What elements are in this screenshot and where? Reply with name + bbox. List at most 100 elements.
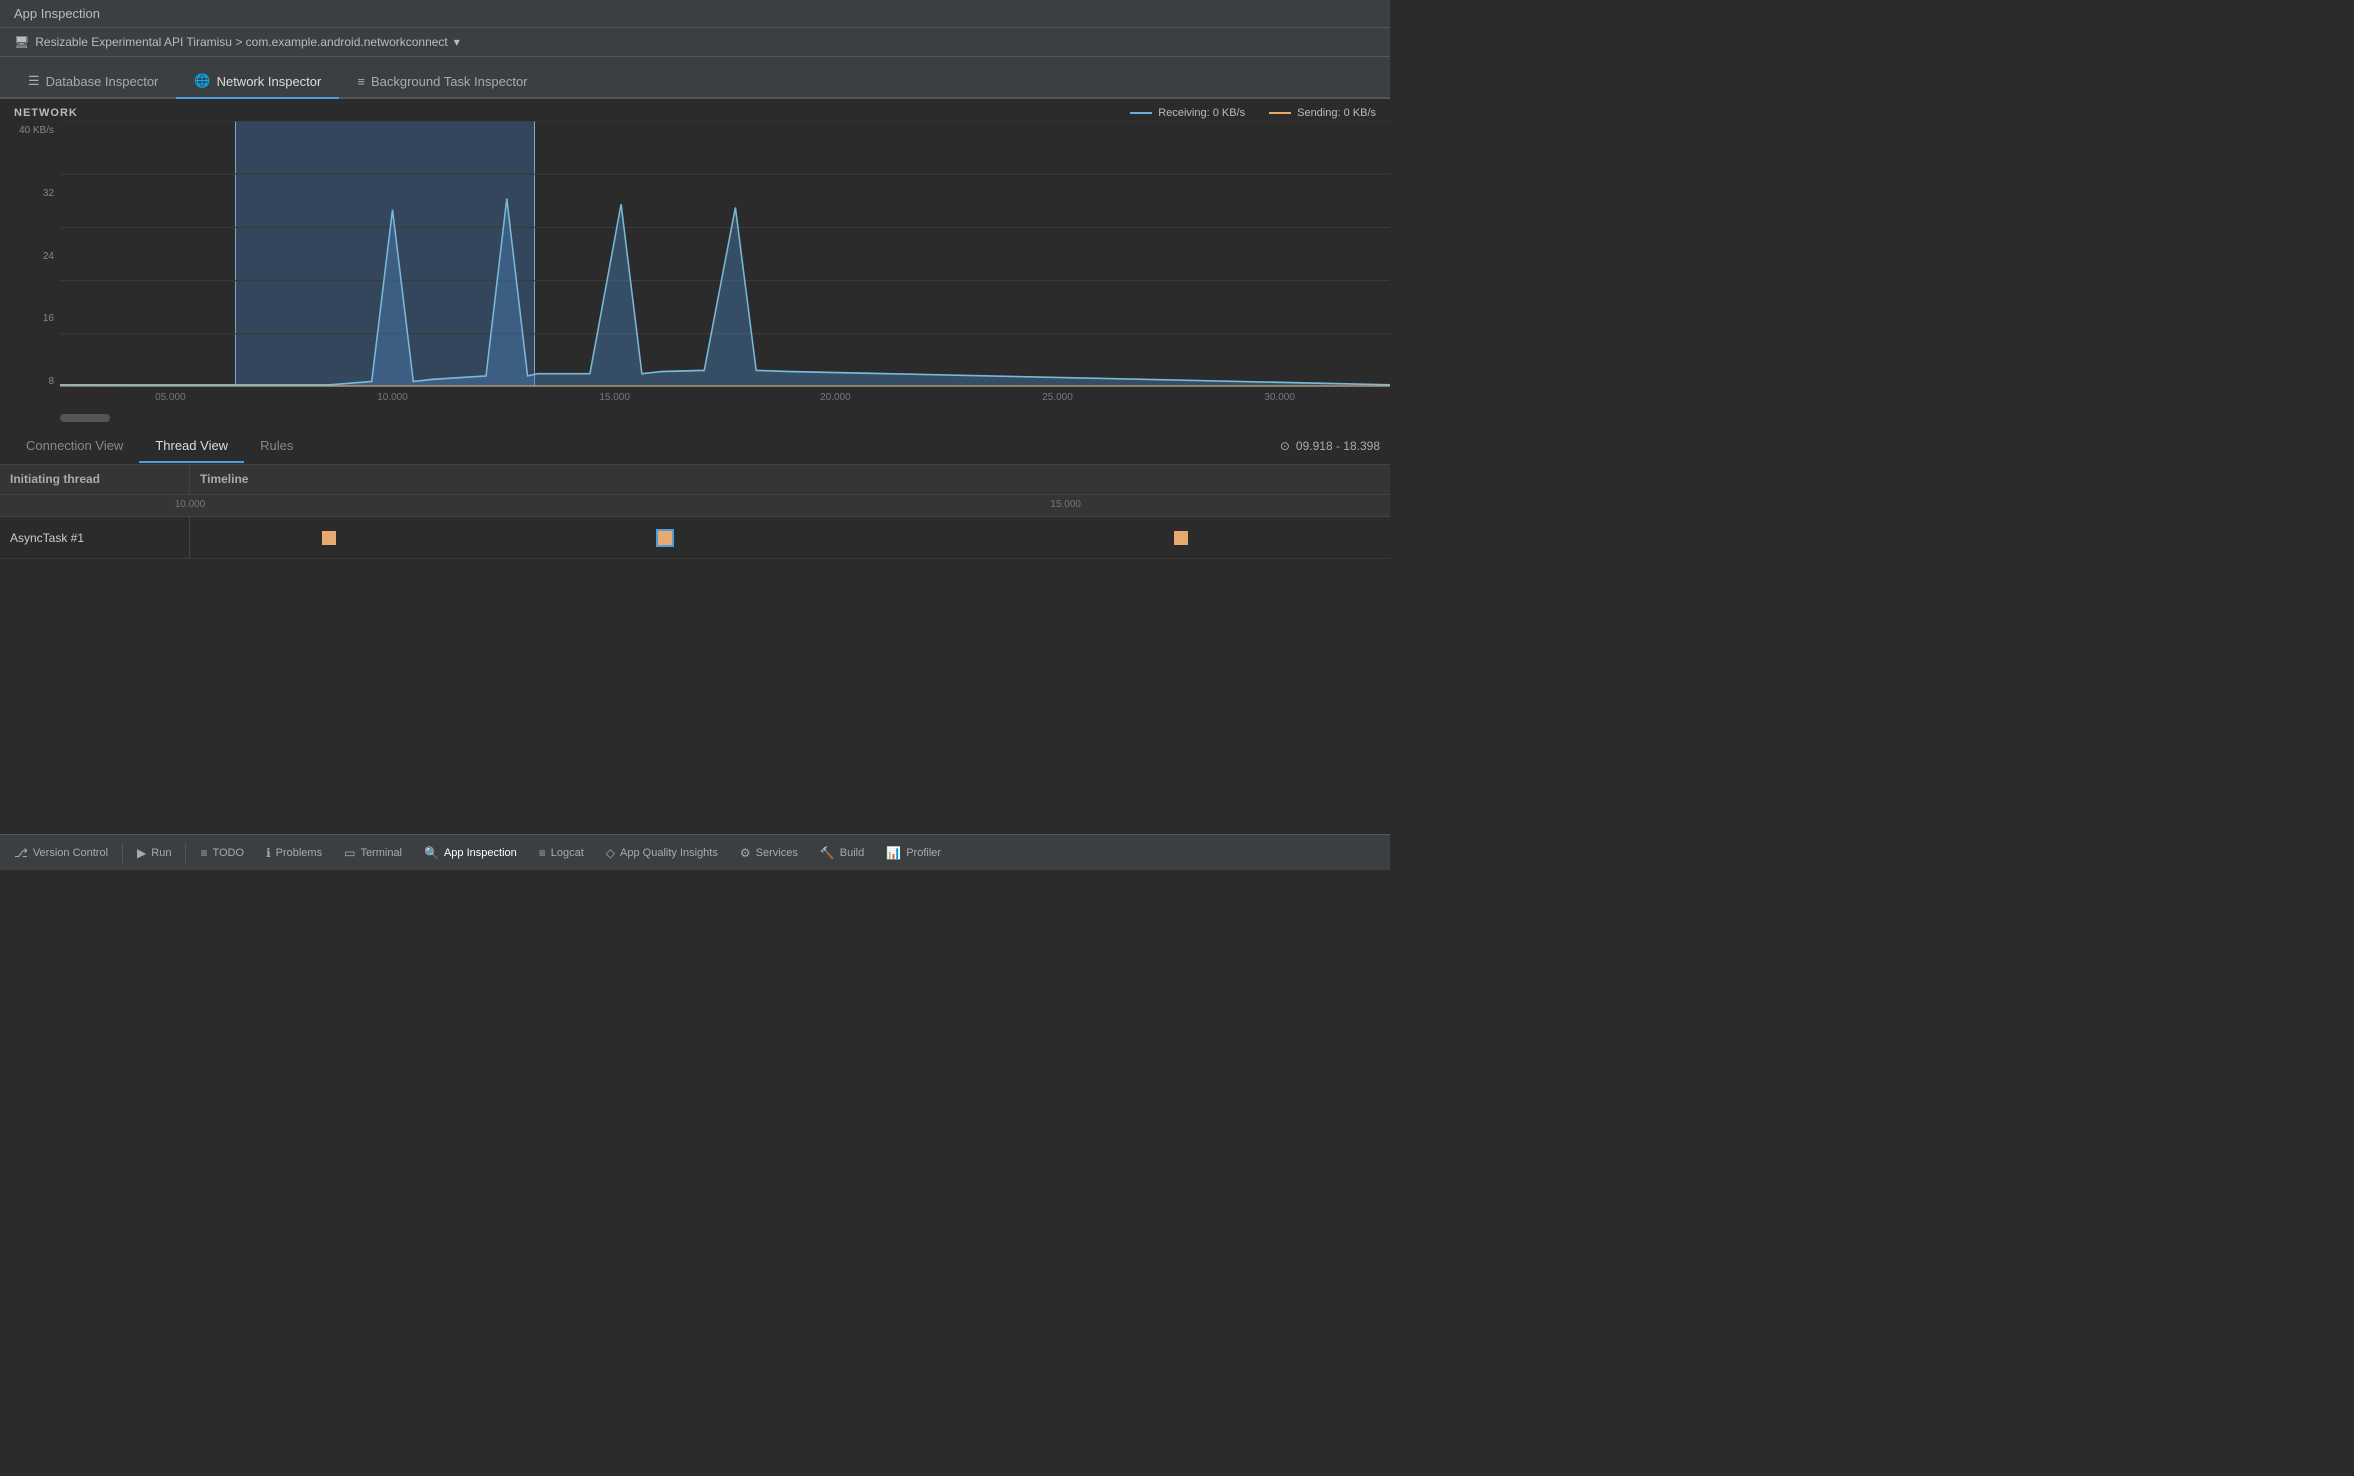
tab-background-label: Background Task Inspector (371, 74, 528, 89)
toolbar-profiler-label: Profiler (906, 847, 941, 859)
col-thread-label: Initiating thread (10, 472, 100, 486)
toolbar-terminal-label: Terminal (360, 847, 402, 859)
tab-rules[interactable]: Rules (244, 430, 309, 463)
thread-view-label: Thread View (155, 438, 228, 453)
app-quality-icon: ◇ (606, 846, 615, 860)
app-inspection-icon: 🔍 (424, 846, 439, 860)
toolbar-app-inspection-label: App Inspection (444, 847, 517, 859)
table-row[interactable]: AsyncTask #1 (0, 517, 1390, 559)
toolbar-run[interactable]: ▶ Run (127, 842, 181, 864)
toolbar-profiler[interactable]: 📊 Profiler (876, 842, 951, 864)
x-tick-0: 05.000 (155, 392, 186, 403)
tab-background-task-inspector[interactable]: ≡ Background Task Inspector (339, 66, 545, 99)
connection-view-label: Connection View (26, 438, 123, 453)
chevron-down-icon[interactable]: ▾ (454, 35, 460, 49)
task-block-1[interactable] (322, 531, 336, 545)
col-thread-header: Initiating thread (0, 465, 190, 494)
tab-connection-view[interactable]: Connection View (10, 430, 139, 463)
y-label-24: 24 (14, 251, 54, 262)
toolbar-services[interactable]: ⚙ Services (730, 842, 808, 864)
toolbar-version-control[interactable]: ⎇ Version Control (4, 842, 118, 864)
bottom-toolbar: ⎇ Version Control ▶ Run ≡ TODO ℹ Problem… (0, 834, 1390, 870)
thread-table-header: Initiating thread Timeline (0, 465, 1390, 495)
title-bar: App Inspection (0, 0, 1390, 28)
tab-network-inspector[interactable]: 🌐 Network Inspector (176, 65, 339, 99)
time-range-display: ⊙ 09.918 - 18.398 (1280, 439, 1380, 453)
toolbar-build[interactable]: 🔨 Build (810, 842, 874, 864)
tab-network-label: Network Inspector (217, 74, 322, 89)
toolbar-logcat-label: Logcat (551, 847, 584, 859)
chart-header: NETWORK Receiving: 0 KB/s Sending: 0 KB/… (0, 99, 1390, 119)
thread-name-label: AsyncTask #1 (10, 531, 84, 545)
y-axis: 40 KB/s 32 24 16 8 (0, 121, 60, 407)
clock-icon: ⊙ (1280, 439, 1290, 453)
toolbar-services-label: Services (756, 847, 798, 859)
horizontal-scrollbar[interactable] (60, 414, 110, 422)
logcat-icon: ≡ (539, 846, 546, 860)
time-range-label: 09.918 - 18.398 (1296, 439, 1380, 453)
toolbar-app-quality-label: App Quality Insights (620, 847, 718, 859)
legend-receiving: Receiving: 0 KB/s (1130, 107, 1245, 119)
toolbar-app-inspection[interactable]: 🔍 App Inspection (414, 842, 527, 864)
timeline-ticks-row: 10.000 15.000 (0, 495, 1390, 517)
x-tick-4: 25.000 (1042, 392, 1073, 403)
y-max-label: 40 KB/s (14, 125, 54, 136)
task-icon: ≡ (357, 74, 365, 89)
legend-orange-line (1269, 112, 1291, 114)
device-name: Resizable Experimental API Tiramisu > co… (35, 35, 448, 49)
thread-table: Initiating thread Timeline 10.000 15.000… (0, 465, 1390, 834)
toolbar-problems[interactable]: ℹ Problems (256, 842, 332, 864)
device-icon: 🖥 (14, 35, 29, 49)
database-icon: ☰ (28, 73, 40, 89)
toolbar-logcat[interactable]: ≡ Logcat (529, 842, 594, 864)
legend-sending: Sending: 0 KB/s (1269, 107, 1376, 119)
col-timeline-label: Timeline (200, 472, 248, 486)
device-selector[interactable]: 🖥 Resizable Experimental API Tiramisu > … (0, 28, 1390, 57)
problems-icon: ℹ (266, 846, 271, 860)
task-block-3[interactable] (1174, 531, 1188, 545)
x-axis: 05.000 10.000 15.000 20.000 25.000 30.00… (60, 387, 1390, 407)
rules-label: Rules (260, 438, 293, 453)
toolbar-todo-label: TODO (212, 847, 244, 859)
network-chart-svg (60, 121, 1390, 387)
legend-receiving-label: Receiving: 0 KB/s (1158, 107, 1245, 119)
services-icon: ⚙ (740, 846, 751, 860)
run-icon: ▶ (137, 846, 146, 860)
tab-database-inspector[interactable]: ☰ Database Inspector (10, 65, 176, 99)
view-tabs-bar: Connection View Thread View Rules ⊙ 09.9… (0, 427, 1390, 465)
tab-database-label: Database Inspector (46, 74, 159, 89)
toolbar-app-quality[interactable]: ◇ App Quality Insights (596, 842, 728, 864)
x-tick-1: 10.000 (377, 392, 408, 403)
chart-canvas[interactable]: 05.000 10.000 15.000 20.000 25.000 30.00… (60, 121, 1390, 407)
todo-icon: ≡ (200, 846, 207, 860)
toolbar-build-label: Build (840, 847, 864, 859)
task-block-2[interactable] (658, 531, 672, 545)
version-control-icon: ⎇ (14, 846, 28, 860)
toolbar-run-label: Run (151, 847, 171, 859)
thread-timeline-asynctask1[interactable] (190, 517, 1390, 558)
timeline-tick-10: 10.000 (175, 499, 206, 510)
scrollbar-area[interactable] (0, 409, 1390, 427)
x-tick-5: 30.000 (1264, 392, 1295, 403)
y-label-16: 16 (14, 313, 54, 324)
toolbar-todo[interactable]: ≡ TODO (190, 842, 254, 864)
toolbar-version-control-label: Version Control (33, 847, 108, 859)
thread-name-asynctask1: AsyncTask #1 (0, 517, 190, 558)
network-chart-area: NETWORK Receiving: 0 KB/s Sending: 0 KB/… (0, 99, 1390, 409)
tab-thread-view[interactable]: Thread View (139, 430, 244, 463)
build-icon: 🔨 (820, 846, 835, 860)
y-label-8: 8 (14, 376, 54, 387)
timeline-tick-15: 15.000 (1050, 499, 1081, 510)
chart-legend: Receiving: 0 KB/s Sending: 0 KB/s (1130, 107, 1376, 119)
toolbar-divider-2 (185, 843, 186, 863)
network-icon: 🌐 (194, 73, 210, 89)
x-tick-2: 15.000 (599, 392, 630, 403)
chart-body[interactable]: 40 KB/s 32 24 16 8 (0, 119, 1390, 409)
toolbar-terminal[interactable]: ▭ Terminal (334, 842, 412, 864)
tab-bar: ☰ Database Inspector 🌐 Network Inspector… (0, 57, 1390, 99)
toolbar-problems-label: Problems (276, 847, 322, 859)
col-timeline-header: Timeline (190, 465, 1390, 494)
chart-title: NETWORK (14, 107, 78, 119)
terminal-icon: ▭ (344, 846, 355, 860)
legend-blue-line (1130, 112, 1152, 114)
